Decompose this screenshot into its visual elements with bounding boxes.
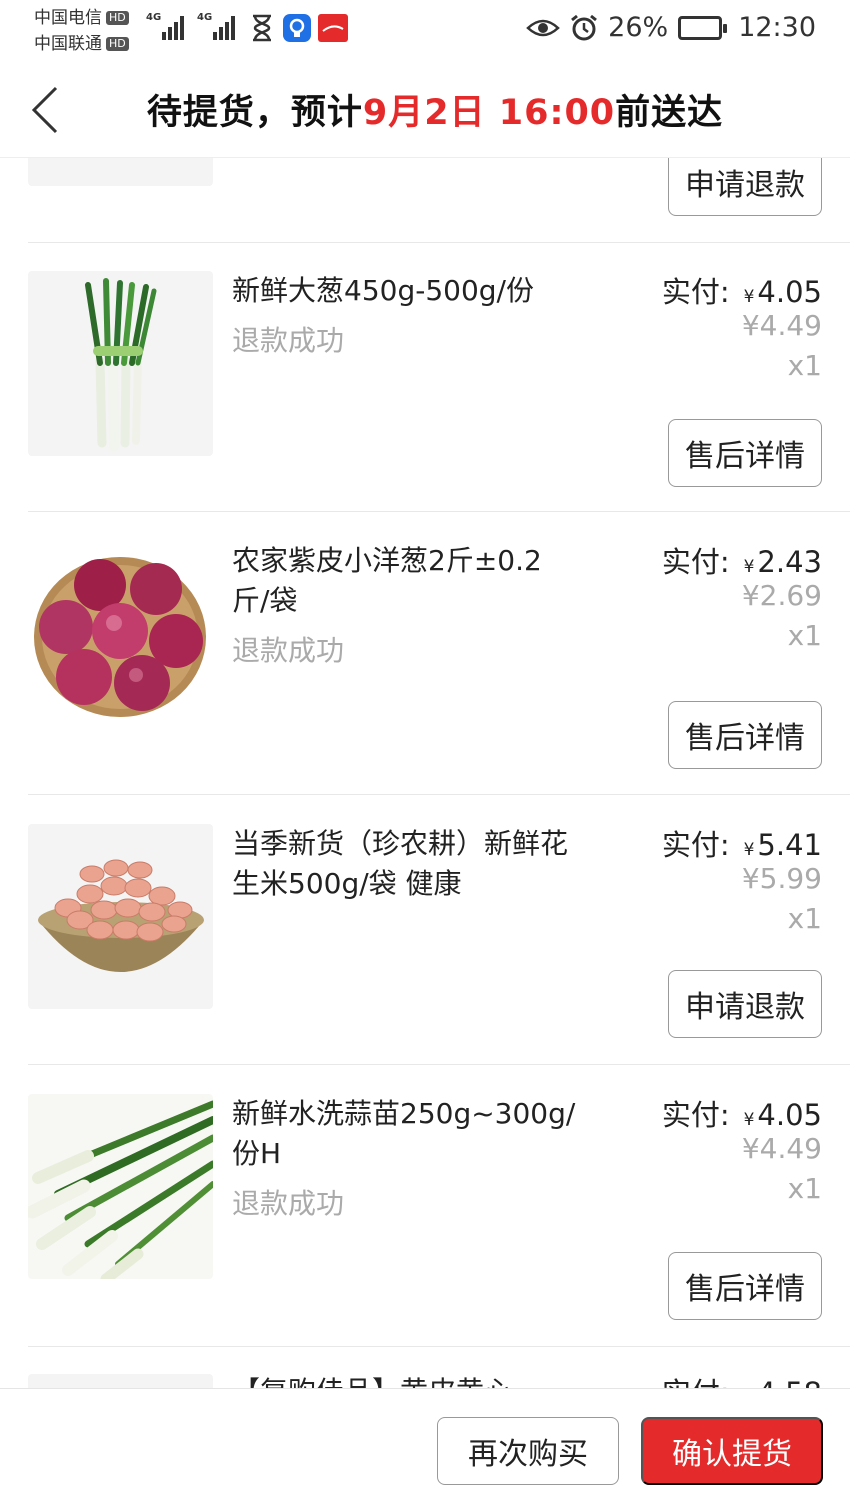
product-image: [28, 158, 213, 186]
paid-amount: 实付: ¥4.05: [662, 1092, 822, 1134]
quantity: x1: [787, 1172, 822, 1205]
list-item[interactable]: 新鲜水洗蒜苗250g~300g/份H 退款成功 实付: ¥4.05 ¥4.49 x…: [0, 1066, 850, 1348]
eye-icon: [526, 19, 561, 36]
carrier-1: 中国电信: [34, 8, 102, 28]
page-title: 待提货，预计9月2日 16:00前送达: [0, 84, 850, 135]
paid-value: 4.05: [757, 275, 822, 309]
signal-icon-2: [213, 12, 235, 40]
currency-symbol: ¥: [743, 1110, 755, 1130]
list-item: 申请退款: [0, 158, 850, 243]
paid-amount: 实付: ¥2.43: [662, 539, 822, 581]
paid-value: 4.58: [757, 1376, 822, 1388]
product-image[interactable]: [28, 1374, 213, 1388]
paid-value: 5.41: [757, 828, 822, 862]
paid-label: 实付:: [661, 828, 730, 862]
paid-amount: 实付: ¥5.41: [662, 822, 822, 864]
clock: 12:30: [738, 12, 816, 43]
hd-badge-2: HD: [106, 37, 129, 51]
refund-button[interactable]: 申请退款: [668, 158, 822, 216]
paid-label: 实付:: [661, 545, 730, 579]
refund-status: 退款成功: [232, 324, 345, 357]
battery-percent: 26%: [608, 12, 669, 43]
carrier-2: 中国联通: [34, 34, 102, 54]
network-type-1: 4G: [146, 12, 162, 23]
product-name[interactable]: 新鲜大葱450g-500g/份: [232, 271, 577, 311]
list-item[interactable]: 【复购佳品】黄皮黄心 实付:¥4.58: [0, 1348, 850, 1388]
product-name[interactable]: 新鲜水洗蒜苗250g~300g/份H: [232, 1094, 577, 1174]
product-image-garlic-sprouts[interactable]: [28, 1094, 213, 1279]
bottom-action-bar: 再次购买 确认提货: [0, 1388, 850, 1511]
paid-value: 4.05: [757, 1098, 822, 1132]
delivery-time: 9月2日 16:00: [362, 93, 616, 133]
refund-status: 退款成功: [232, 634, 345, 667]
quantity: x1: [787, 902, 822, 935]
list-item[interactable]: 新鲜大葱450g-500g/份 退款成功 实付: ¥4.05 ¥4.49 x1 售…: [0, 243, 850, 513]
currency-symbol: ¥: [743, 840, 755, 860]
signal-icon-1: [162, 12, 184, 40]
title-suffix: 前送达: [615, 93, 724, 133]
paid-value: 2.43: [757, 545, 822, 579]
divider: [28, 1346, 850, 1347]
original-price: ¥5.99: [741, 862, 822, 895]
product-image-leek[interactable]: [28, 271, 213, 456]
alarm-icon: [571, 14, 598, 40]
network-type-2: 4G: [197, 12, 213, 23]
app-notification-icon: [283, 14, 311, 42]
product-image-onion[interactable]: [28, 541, 213, 726]
title-prefix: 待提货，预计: [146, 93, 363, 133]
paid-amount: 实付: ¥4.05: [662, 269, 822, 311]
paid-label: 实付:: [661, 275, 730, 309]
paid-label: 实付:: [661, 1098, 730, 1132]
product-name[interactable]: 当季新货（珍农耕）新鲜花生米500g/袋 健康: [232, 824, 577, 904]
paid-amount: 实付:¥4.58: [662, 1370, 822, 1388]
divider: [28, 1064, 850, 1065]
hourglass-icon: [253, 14, 271, 42]
refund-button[interactable]: 申请退款: [668, 970, 822, 1038]
quantity: x1: [787, 619, 822, 652]
after-sales-button[interactable]: 售后详情: [668, 419, 822, 487]
original-price: ¥4.49: [741, 1132, 822, 1165]
paid-label: 实付:: [662, 1376, 730, 1388]
buy-again-button[interactable]: 再次购买: [437, 1417, 619, 1485]
currency-symbol: ¥: [743, 557, 755, 577]
original-price: ¥2.69: [741, 579, 822, 612]
product-image-peanuts[interactable]: [28, 824, 213, 1009]
navigation-bar: 待提货，预计9月2日 16:00前送达: [0, 62, 850, 158]
quantity: x1: [787, 349, 822, 382]
after-sales-button[interactable]: 售后详情: [668, 701, 822, 769]
divider: [28, 511, 850, 512]
confirm-pickup-button[interactable]: 确认提货: [641, 1417, 823, 1485]
battery-icon: [678, 15, 728, 40]
status-right: 26% 12:30: [526, 12, 816, 43]
refund-status: 退款成功: [232, 1187, 345, 1220]
app-notification-icon-2: [318, 14, 348, 42]
status-bar: 中国电信 HD 中国联通 HD 4G 4G 26% 12:30: [0, 0, 850, 62]
product-name[interactable]: 【复购佳品】黄皮黄心: [232, 1372, 592, 1388]
carrier-info: 中国电信 HD 中国联通 HD: [34, 5, 129, 57]
list-item[interactable]: 农家紫皮小洋葱2斤±0.2斤/袋 退款成功 实付: ¥2.43 ¥2.69 x1 …: [0, 513, 850, 796]
hd-badge-1: HD: [106, 11, 129, 25]
divider: [28, 794, 850, 795]
list-item[interactable]: 当季新货（珍农耕）新鲜花生米500g/袋 健康 实付: ¥5.41 ¥5.99 x…: [0, 796, 850, 1066]
after-sales-button[interactable]: 售后详情: [668, 1252, 822, 1320]
currency-symbol: ¥: [743, 287, 755, 307]
order-item-list[interactable]: 申请退款 新鲜大葱450g-500g/份 退款成功 实付: ¥ 4.05 ¥4.…: [0, 158, 850, 1388]
product-name[interactable]: 农家紫皮小洋葱2斤±0.2斤/袋: [232, 541, 577, 621]
original-price: ¥4.49: [741, 309, 822, 342]
